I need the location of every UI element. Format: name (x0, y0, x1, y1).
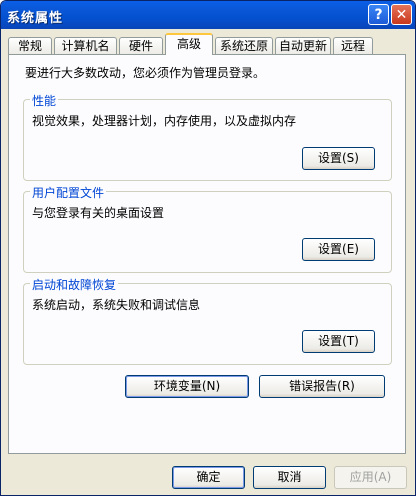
close-icon[interactable]: ✕ (391, 4, 412, 25)
user-profiles-description: 与您登录有关的桌面设置 (32, 206, 165, 220)
startup-recovery-description: 系统启动，系统失败和调试信息 (32, 298, 201, 312)
tab-remote[interactable]: 远程 (333, 37, 373, 54)
startup-recovery-settings-button[interactable]: 设置(T) (302, 330, 375, 353)
tab-hardware[interactable]: 硬件 (119, 37, 163, 54)
tab-strip: 常规 计算机名 硬件 高级 系统还原 自动更新 远程 (1, 33, 415, 55)
error-reporting-button[interactable]: 错误报告(R) (259, 375, 385, 398)
startup-recovery-group: 启动和故障恢复 系统启动，系统失败和调试信息 设置(T) (23, 276, 392, 365)
window-title: 系统属性 (7, 11, 64, 26)
advanced-tab-panel: 要进行大多数改动，您必须作为管理员登录。 性能 视觉效果，处理器计划，内存使用，… (8, 54, 406, 454)
performance-description: 视觉效果，处理器计划，内存使用，以及虚拟内存 (32, 114, 297, 128)
performance-group: 性能 视觉效果，处理器计划，内存使用，以及虚拟内存 设置(S) (23, 92, 392, 181)
startup-recovery-legend: 启动和故障恢复 (30, 276, 119, 293)
environment-variables-button[interactable]: 环境变量(N) (125, 375, 249, 398)
title-bar[interactable]: 系统属性 ? ✕ (1, 1, 415, 29)
ok-button[interactable]: 确定 (172, 466, 245, 489)
tab-general[interactable]: 常规 (8, 37, 52, 54)
performance-legend: 性能 (30, 92, 59, 109)
tab-advanced[interactable]: 高级 (165, 33, 213, 55)
tab-system-restore[interactable]: 系统还原 (215, 37, 273, 54)
user-profiles-legend: 用户配置文件 (30, 184, 107, 201)
apply-button[interactable]: 应用(A) (334, 466, 407, 489)
admin-note: 要进行大多数改动，您必须作为管理员登录。 (25, 66, 266, 80)
performance-settings-button[interactable]: 设置(S) (302, 147, 375, 170)
cancel-button[interactable]: 取消 (253, 466, 326, 489)
help-icon[interactable]: ? (368, 4, 389, 25)
tab-automatic-updates[interactable]: 自动更新 (275, 37, 331, 54)
system-properties-window: 系统属性 ? ✕ 常规 计算机名 硬件 高级 系统还原 自动更新 远程 要进行大… (0, 0, 416, 496)
user-profiles-settings-button[interactable]: 设置(E) (302, 238, 375, 261)
user-profiles-group: 用户配置文件 与您登录有关的桌面设置 设置(E) (23, 184, 392, 273)
tab-computer-name[interactable]: 计算机名 (54, 37, 117, 54)
